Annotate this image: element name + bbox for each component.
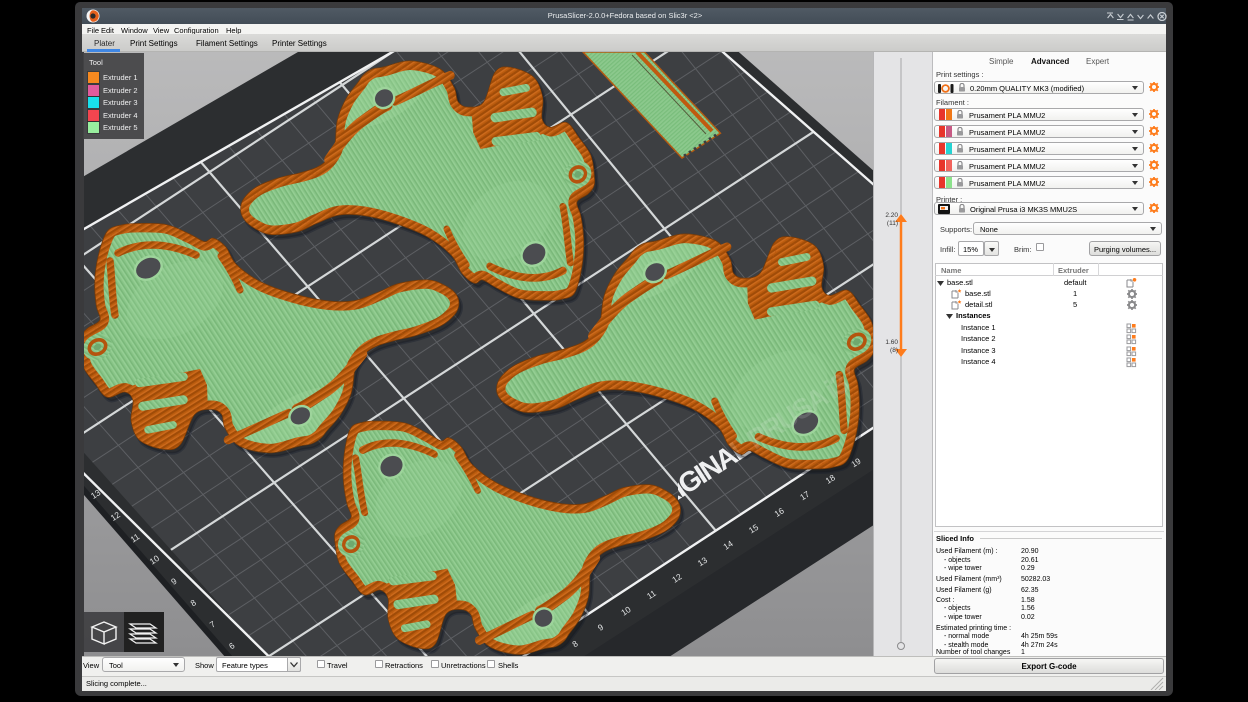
svg-text:1.60: 1.60 xyxy=(885,339,898,346)
svg-text:(8): (8) xyxy=(890,347,898,354)
svg-text:(11): (11) xyxy=(887,220,898,227)
svg-text:2.20: 2.20 xyxy=(885,212,898,219)
